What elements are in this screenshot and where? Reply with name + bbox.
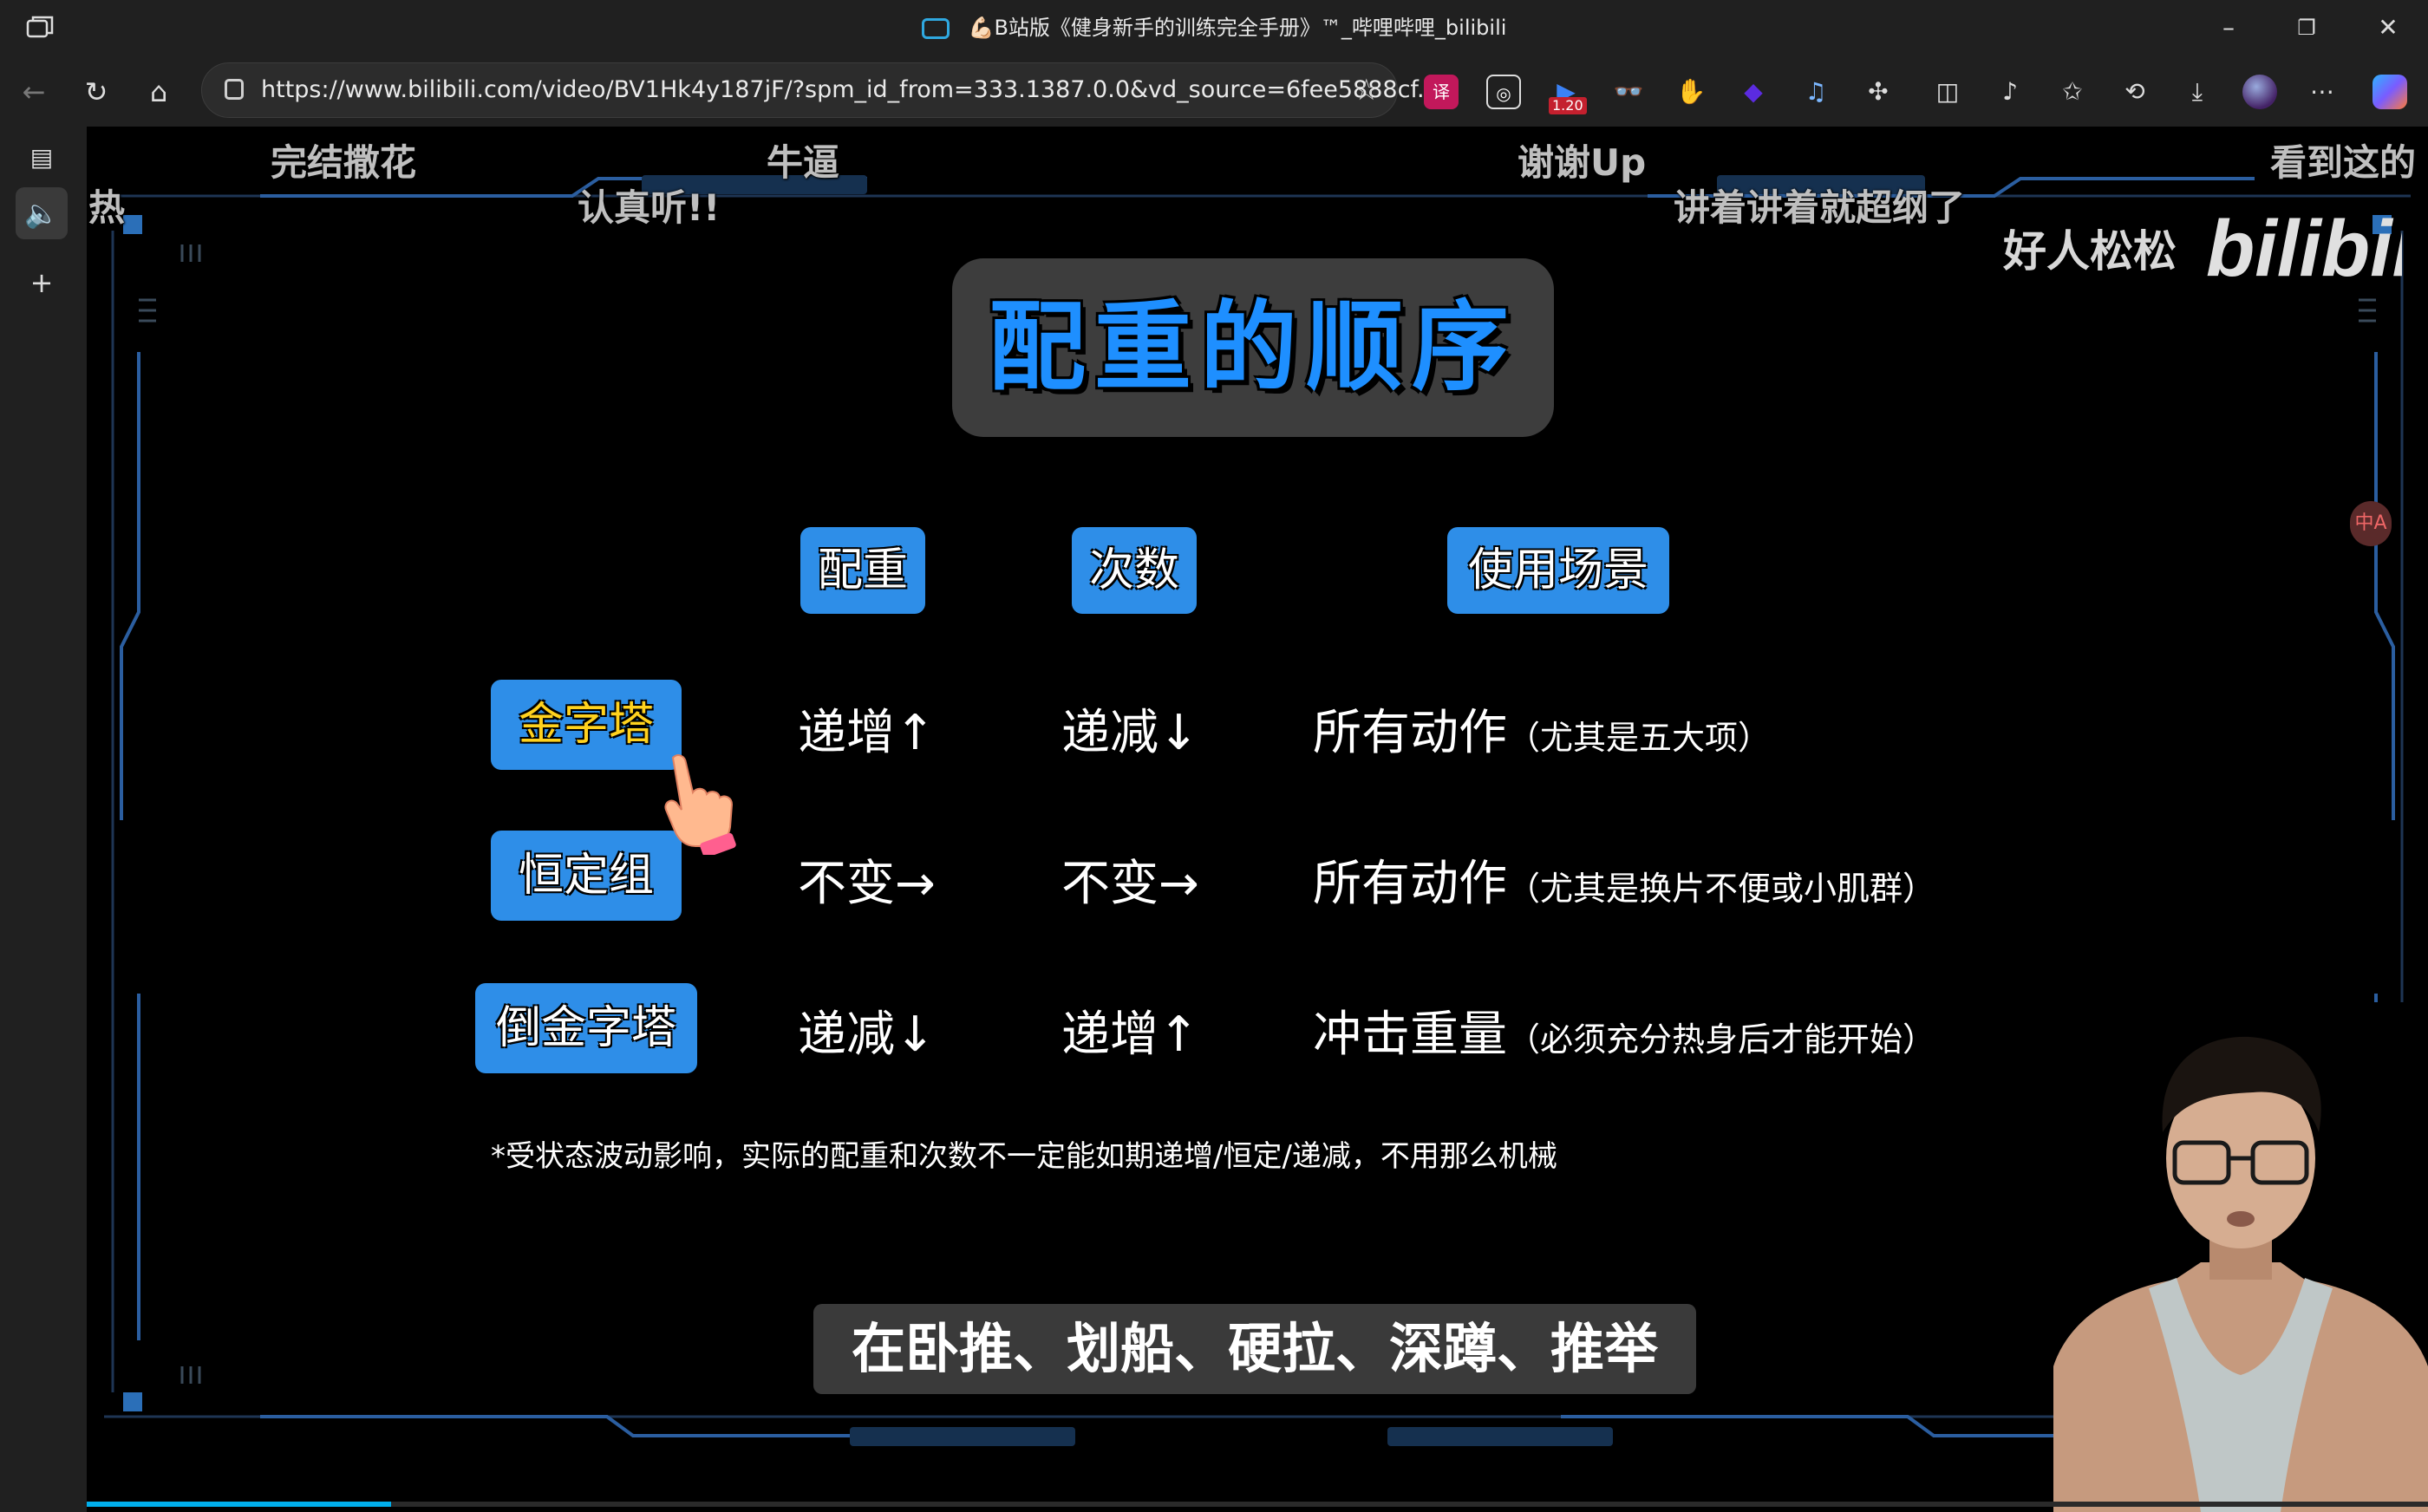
playback-progress-fill — [87, 1502, 391, 1507]
row-constant-scenario: 所有动作（尤其是换片不便或小肌群） — [1313, 844, 1935, 915]
video-speed-badge: 1.20 — [1549, 97, 1587, 114]
tab-audio-icon[interactable]: 🔈 — [16, 187, 68, 239]
minimize-button[interactable]: – — [2203, 9, 2255, 47]
back-button[interactable]: ← — [10, 68, 57, 115]
music-extension-icon[interactable]: ♫ — [1798, 75, 1833, 109]
restore-button[interactable]: ❐ — [2281, 9, 2333, 47]
scenario-text: 所有动作 — [1313, 856, 1507, 912]
row-reverse-weight: 递减↓ — [798, 1007, 936, 1063]
new-tab-plus-icon[interactable]: + — [16, 257, 68, 309]
scenario-note: （尤其是换片不便或小肌群） — [1507, 870, 1936, 908]
favorites-icon[interactable]: ✩ — [2055, 75, 2090, 109]
danmaku-comment: 认真听!! — [578, 186, 721, 229]
profile-avatar[interactable] — [2242, 75, 2277, 109]
settings-more-icon[interactable]: ⋯ — [2305, 75, 2340, 109]
danmaku-comment: 看到这的 — [2270, 141, 2417, 184]
window-title-text: 💪🏻B站版《健身新手的训练完全手册》™_哔哩哔哩_bilibili — [968, 16, 1507, 40]
read-aloud-icon[interactable]: ♪ — [1993, 75, 2027, 109]
vertical-tabs-icon[interactable]: ▤ — [16, 132, 68, 184]
bilibili-tv-icon — [921, 18, 950, 39]
incognito-extension-icon[interactable]: 👓 — [1611, 75, 1646, 109]
scenario-note: （必须充分热身后才能开始） — [1507, 1020, 1936, 1059]
danmaku-comment: 讲着讲着就超纲了 — [1674, 186, 1966, 229]
row-pyramid-reps: 递减↓ — [1061, 705, 1199, 761]
row-pyramid-weight: 递增↑ — [798, 705, 936, 761]
site-info-icon[interactable] — [225, 79, 244, 100]
row-reverse-scenario: 冲击重量（必须充分热身后才能开始） — [1313, 995, 1935, 1066]
extensions-puzzle-icon[interactable]: ✣ — [1861, 75, 1896, 109]
adblock-extension-icon[interactable]: ✋ — [1674, 75, 1708, 109]
reader-extension-icon[interactable]: ◎ — [1486, 75, 1521, 109]
cube-extension-icon[interactable]: ◆ — [1736, 75, 1771, 109]
bilibili-logo: bilibili — [2206, 205, 2402, 291]
close-button[interactable]: ✕ — [2362, 9, 2414, 47]
favorite-star-icon[interactable]: ☆ — [1354, 63, 1380, 117]
header-reps: 次数 — [1072, 527, 1197, 614]
scenario-note: （尤其是五大项） — [1507, 719, 1772, 757]
row-constant-reps: 不变→ — [1061, 856, 1199, 912]
danmaku-comment: 完结撒花 — [271, 141, 417, 184]
bilibili-logo-text: bilibili — [2206, 205, 2402, 291]
home-button[interactable]: ⌂ — [135, 68, 182, 115]
row-constant-weight: 不变→ — [798, 856, 936, 912]
translate-extension-icon[interactable]: 译 — [1424, 75, 1459, 109]
split-screen-icon[interactable]: ◫ — [1930, 75, 1965, 109]
scenario-text: 冲击重量 — [1313, 1007, 1507, 1063]
downloads-icon[interactable]: ⤓ — [2180, 75, 2215, 109]
navigation-toolbar: ← ↻ ⌂ https://www.bilibili.com/video/BV1… — [0, 55, 2428, 127]
translate-fab-button[interactable]: 中A — [2350, 501, 2392, 546]
playback-progress-bar[interactable] — [87, 1502, 2428, 1507]
presenter-webcam — [2053, 1002, 2428, 1512]
history-icon[interactable]: ⟲ — [2118, 75, 2152, 109]
row-label-constant: 恒定组 — [491, 831, 682, 921]
window-title: 💪🏻B站版《健身新手的训练完全手册》™_哔哩哔哩_bilibili — [0, 0, 2428, 55]
url-text[interactable]: https://www.bilibili.com/video/BV1Hk4y18… — [261, 63, 1439, 117]
window-titlebar: 💪🏻B站版《健身新手的训练完全手册》™_哔哩哔哩_bilibili – ❐ ✕ — [0, 0, 2428, 55]
header-weight: 配重 — [800, 527, 925, 614]
danmaku-comment: 谢谢Up — [1518, 141, 1647, 184]
uploader-watermark: 好人松松 — [2003, 226, 2177, 277]
copilot-icon[interactable] — [2373, 75, 2407, 109]
video-subtitle: 在卧推、划船、硬拉、深蹲、推举 — [813, 1304, 1696, 1394]
scenario-text: 所有动作 — [1313, 705, 1507, 761]
header-scenario: 使用场景 — [1447, 527, 1669, 614]
pointing-hand-icon — [664, 754, 736, 855]
refresh-button[interactable]: ↻ — [73, 68, 120, 115]
row-label-reverse-pyramid: 倒金字塔 — [475, 983, 697, 1073]
row-reverse-reps: 递增↑ — [1061, 1007, 1199, 1063]
slide-title: 配重的顺序 — [952, 258, 1554, 437]
slide-footnote: *受状态波动影响，实际的配重和次数不一定能如期递增/恒定/递减，不用那么机械 — [491, 1139, 1557, 1174]
row-label-pyramid: 金字塔 — [491, 680, 682, 770]
danmaku-comment: 牛逼 — [767, 141, 840, 184]
row-pyramid-scenario: 所有动作（尤其是五大项） — [1313, 694, 1771, 764]
video-player[interactable]: 完结撒花 牛逼 谢谢Up 看到这的 热 认真听!! 讲着讲着就超纲了 好人松松 … — [87, 127, 2428, 1512]
browser-sidebar: ▤ 🔈 + — [0, 127, 87, 1512]
address-bar[interactable]: https://www.bilibili.com/video/BV1Hk4y18… — [201, 62, 1439, 118]
video-speed-extension-icon[interactable]: ▶ 1.20 — [1549, 75, 1587, 114]
danmaku-comment: 热 — [88, 186, 126, 229]
